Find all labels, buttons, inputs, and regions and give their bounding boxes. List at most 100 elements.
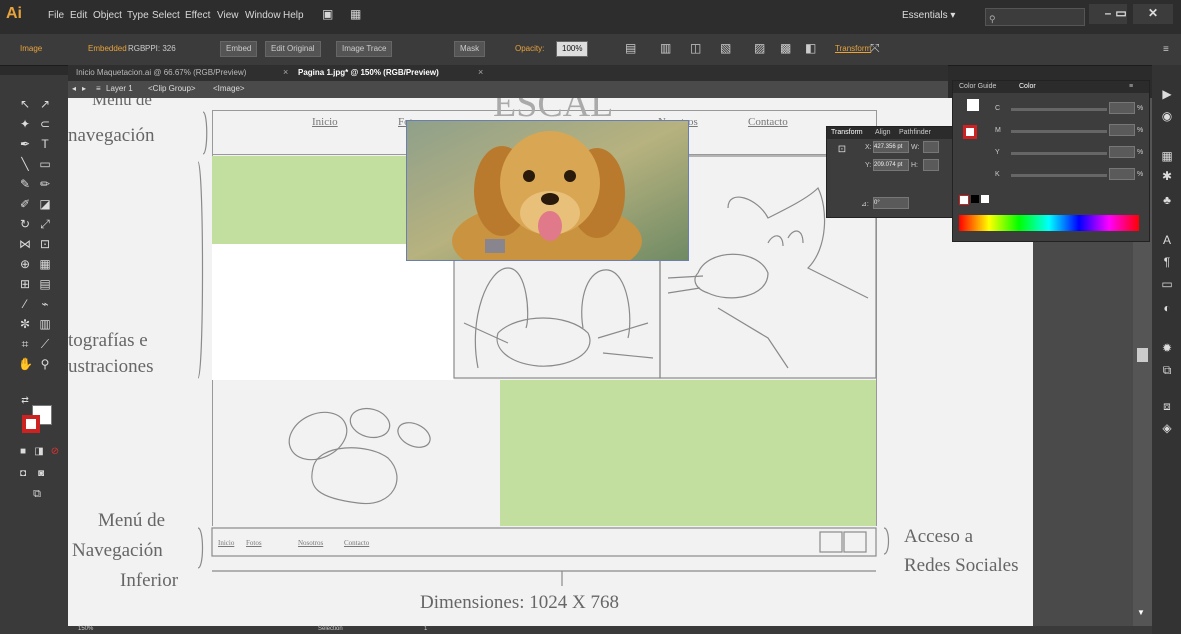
channel-c-field[interactable] xyxy=(1109,102,1135,114)
breadcrumb-image[interactable]: <Image> xyxy=(213,84,245,93)
graphic-styles-icon[interactable]: ✹ xyxy=(1160,341,1174,355)
workspace-switcher[interactable]: Essentials ▾ xyxy=(902,10,955,21)
blend-tool-icon[interactable]: ⌁ xyxy=(38,297,52,311)
color-spectrum[interactable] xyxy=(959,215,1139,231)
x-field[interactable]: 427.356 pt xyxy=(873,141,909,153)
lasso-icon[interactable]: ⊂ xyxy=(38,117,52,131)
eyedropper-icon[interactable]: ⁄ xyxy=(18,297,32,311)
type-tool-icon[interactable]: T xyxy=(38,137,52,151)
paintbrush-icon[interactable]: ✎ xyxy=(18,177,32,191)
panel-menu-icon[interactable]: ≡ xyxy=(1163,44,1169,55)
transform-link[interactable]: Transform xyxy=(835,44,871,53)
embed-button[interactable]: Embed xyxy=(220,41,258,57)
tab-pagina-1[interactable]: Pagina 1.jpg* @ 150% (RGB/Preview) xyxy=(298,68,439,77)
rectangle-tool-icon[interactable]: ▭ xyxy=(38,157,52,171)
draw-behind-icon[interactable]: ◙ xyxy=(34,467,48,481)
black-swatch[interactable] xyxy=(971,195,979,203)
breadcrumb-group[interactable]: <Clip Group> xyxy=(148,84,196,93)
fill-stroke-swatch[interactable] xyxy=(959,99,989,139)
hand-tool-icon[interactable]: ✋ xyxy=(18,357,33,371)
none-icon[interactable]: ⊘ xyxy=(48,445,62,459)
swatches-icon[interactable]: ▦ xyxy=(1160,149,1174,163)
artboards-icon[interactable]: ⧈ xyxy=(1160,399,1174,413)
column-graph-icon[interactable]: ▥ xyxy=(38,317,52,331)
menu-object[interactable]: Object xyxy=(93,10,122,21)
navigator-icon[interactable]: ▶ xyxy=(1160,87,1174,101)
tab-align[interactable]: Align xyxy=(875,129,891,136)
scroll-down-icon[interactable]: ▼ xyxy=(1137,608,1145,617)
rotate-tool-icon[interactable]: ↻ xyxy=(18,217,32,231)
distribute-right-icon[interactable]: ◧ xyxy=(805,41,816,55)
paragraph-icon[interactable]: ¶ xyxy=(1160,255,1174,269)
direct-selection-tool-icon[interactable]: ↗ xyxy=(38,97,52,111)
channel-k-field[interactable] xyxy=(1109,168,1135,180)
tab-color[interactable]: Color xyxy=(1019,83,1036,90)
tab-transform[interactable]: Transform xyxy=(831,129,863,136)
align-center-icon[interactable]: ◫ xyxy=(690,41,701,55)
zoom-tool-icon[interactable]: ⚲ xyxy=(38,357,52,371)
h-field[interactable] xyxy=(923,159,939,171)
shape-builder-icon[interactable]: ⊕ xyxy=(18,257,32,271)
brushes-icon[interactable]: ✱ xyxy=(1160,169,1174,183)
pencil-icon[interactable]: ✏ xyxy=(38,177,52,191)
channel-m-field[interactable] xyxy=(1109,124,1135,136)
pen-tool-icon[interactable]: ✒ xyxy=(18,137,32,151)
bridge-icon[interactable]: ▣ xyxy=(322,7,333,21)
w-field[interactable] xyxy=(923,141,939,153)
menu-help[interactable]: Help xyxy=(283,10,304,21)
gradient-tool-icon[interactable]: ▤ xyxy=(38,277,52,291)
channel-c-slider[interactable] xyxy=(1011,108,1107,111)
opacity-field[interactable]: 100% xyxy=(556,41,589,57)
color-icon[interactable]: ■ xyxy=(16,445,30,459)
align-icon[interactable]: ▤ xyxy=(625,41,636,55)
menu-edit[interactable]: Edit xyxy=(70,10,87,21)
scroll-thumb[interactable] xyxy=(1137,348,1148,362)
reference-point-icon[interactable]: ⊡ xyxy=(835,143,849,157)
symbol-sprayer-icon[interactable]: ✼ xyxy=(18,317,32,331)
artboard-tool-icon[interactable]: ⌗ xyxy=(18,337,32,351)
menu-file[interactable]: File xyxy=(48,10,64,21)
appearance-icon[interactable]: ◉ xyxy=(1160,109,1174,123)
gradient-icon[interactable]: ◨ xyxy=(32,445,46,459)
artboard-number[interactable]: 1 xyxy=(424,626,427,632)
distribute-icon[interactable]: ▨ xyxy=(754,41,765,55)
fill-stroke-indicator[interactable] xyxy=(22,405,52,435)
y-field[interactable]: 209.074 pt xyxy=(873,159,909,171)
free-transform-icon[interactable]: ⊡ xyxy=(38,237,52,251)
menu-type[interactable]: Type xyxy=(127,10,149,21)
forward-arrow-icon[interactable]: ▸ xyxy=(82,84,86,93)
edit-original-button[interactable]: Edit Original xyxy=(265,41,321,57)
screen-mode-icon[interactable]: ⧉ xyxy=(30,487,44,501)
symbols-icon[interactable]: ♣ xyxy=(1160,193,1174,207)
placed-puppy-image[interactable] xyxy=(406,120,689,261)
isolate-icon[interactable]: ⤧ xyxy=(870,41,880,56)
channel-k-slider[interactable] xyxy=(1011,174,1107,177)
stroke-icon[interactable]: ▭ xyxy=(1160,277,1174,291)
eraser-icon[interactable]: ◪ xyxy=(38,197,52,211)
close-button[interactable]: ✕ xyxy=(1133,4,1173,24)
character-icon[interactable]: A xyxy=(1160,233,1174,247)
mask-button[interactable]: Mask xyxy=(454,41,486,57)
tab-pathfinder[interactable]: Pathfinder xyxy=(899,129,931,136)
selection-tool-icon[interactable]: ↖ xyxy=(18,97,32,111)
perspective-grid-icon[interactable]: ▦ xyxy=(38,257,52,271)
arrange-documents-icon[interactable]: ▦ xyxy=(350,7,361,21)
tab-color-guide[interactable]: Color Guide xyxy=(959,83,996,90)
draw-normal-icon[interactable]: ◘ xyxy=(16,467,30,481)
channel-m-slider[interactable] xyxy=(1011,130,1107,133)
panel-menu-icon[interactable]: ≡ xyxy=(1129,83,1133,90)
breadcrumb-layer[interactable]: Layer 1 xyxy=(106,84,133,93)
line-tool-icon[interactable]: ╲ xyxy=(18,157,32,171)
angle-field[interactable]: 0° xyxy=(873,197,909,209)
tab-inicio-maquetacion[interactable]: Inicio Maquetacion.ai @ 66.67% (RGB/Prev… xyxy=(76,68,246,77)
layers-icon[interactable]: ◈ xyxy=(1160,421,1174,435)
white-swatch[interactable] xyxy=(981,195,989,203)
menu-select[interactable]: Select xyxy=(152,10,180,21)
back-arrow-icon[interactable]: ◂ xyxy=(72,84,76,93)
align-right-icon[interactable]: ▧ xyxy=(720,41,731,55)
transparency-icon[interactable]: ◐ xyxy=(1160,301,1174,315)
magic-wand-icon[interactable]: ✦ xyxy=(18,117,32,131)
slice-tool-icon[interactable]: ⟋ xyxy=(38,337,52,351)
image-trace-button[interactable]: Image Trace xyxy=(336,41,393,57)
blob-brush-icon[interactable]: ✐ xyxy=(18,197,32,211)
